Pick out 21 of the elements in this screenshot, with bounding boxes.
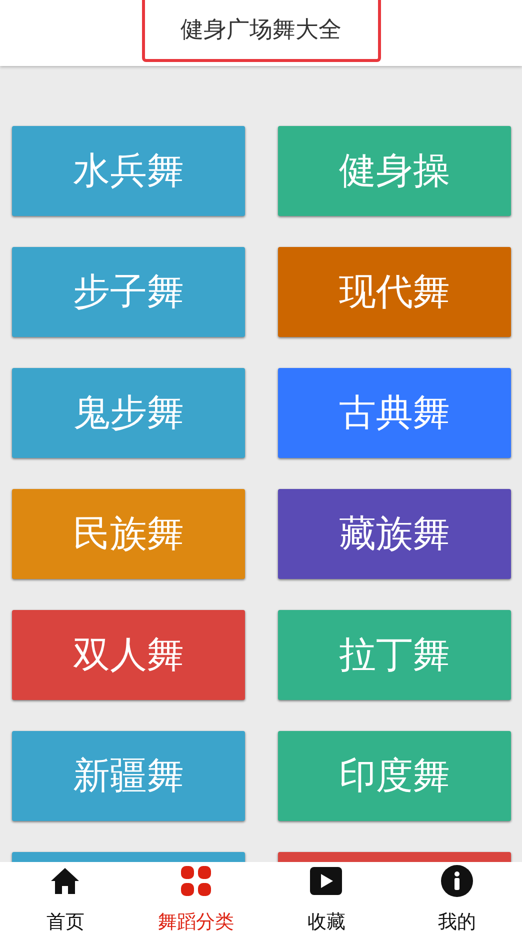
- nav-tab[interactable]: 收藏: [261, 862, 392, 938]
- category-tile[interactable]: 步子舞: [12, 247, 245, 337]
- category-tile[interactable]: 拉丁舞: [278, 610, 511, 700]
- category-tile[interactable]: 民族舞: [12, 489, 245, 579]
- nav-tab[interactable]: 首页: [0, 862, 130, 938]
- category-tile[interactable]: 藏族舞: [278, 489, 511, 579]
- category-tile[interactable]: 印度舞: [278, 731, 511, 821]
- category-tile[interactable]: 水兵舞: [12, 126, 245, 216]
- category-tile[interactable]: 现代舞: [278, 247, 511, 337]
- category-tile[interactable]: 新疆舞: [12, 731, 245, 821]
- home-icon: [49, 865, 82, 897]
- app-title: 健身广场舞大全: [142, 0, 380, 62]
- category-tile[interactable]: 健身操: [278, 126, 511, 216]
- category-tile[interactable]: 鬼步舞: [12, 368, 245, 458]
- grid-icon: [180, 865, 212, 897]
- play-icon: [310, 865, 342, 897]
- category-tile[interactable]: 双人舞: [12, 610, 245, 700]
- info-icon: [440, 865, 473, 897]
- nav-tab[interactable]: 舞蹈分类: [130, 862, 261, 938]
- category-tile[interactable]: 古典舞: [278, 368, 511, 458]
- nav-tab[interactable]: 我的: [392, 862, 522, 938]
